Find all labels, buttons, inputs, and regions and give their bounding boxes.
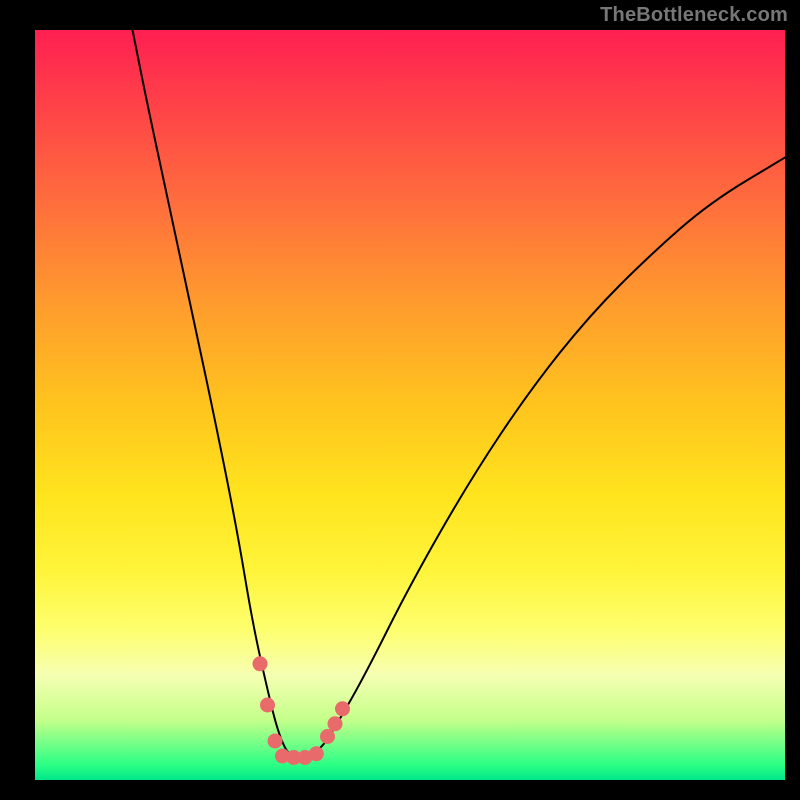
bottleneck-curve bbox=[133, 30, 786, 758]
curve-marker bbox=[309, 746, 324, 761]
watermark-text: TheBottleneck.com bbox=[600, 4, 788, 27]
chart-frame: TheBottleneck.com bbox=[0, 0, 800, 800]
curve-marker bbox=[328, 716, 343, 731]
curve-svg bbox=[35, 30, 785, 780]
curve-marker bbox=[253, 656, 268, 671]
curve-marker bbox=[320, 729, 335, 744]
plot-area bbox=[35, 30, 785, 780]
curve-marker bbox=[260, 698, 275, 713]
curve-markers bbox=[253, 656, 351, 765]
curve-marker bbox=[335, 701, 350, 716]
curve-marker bbox=[268, 734, 283, 749]
